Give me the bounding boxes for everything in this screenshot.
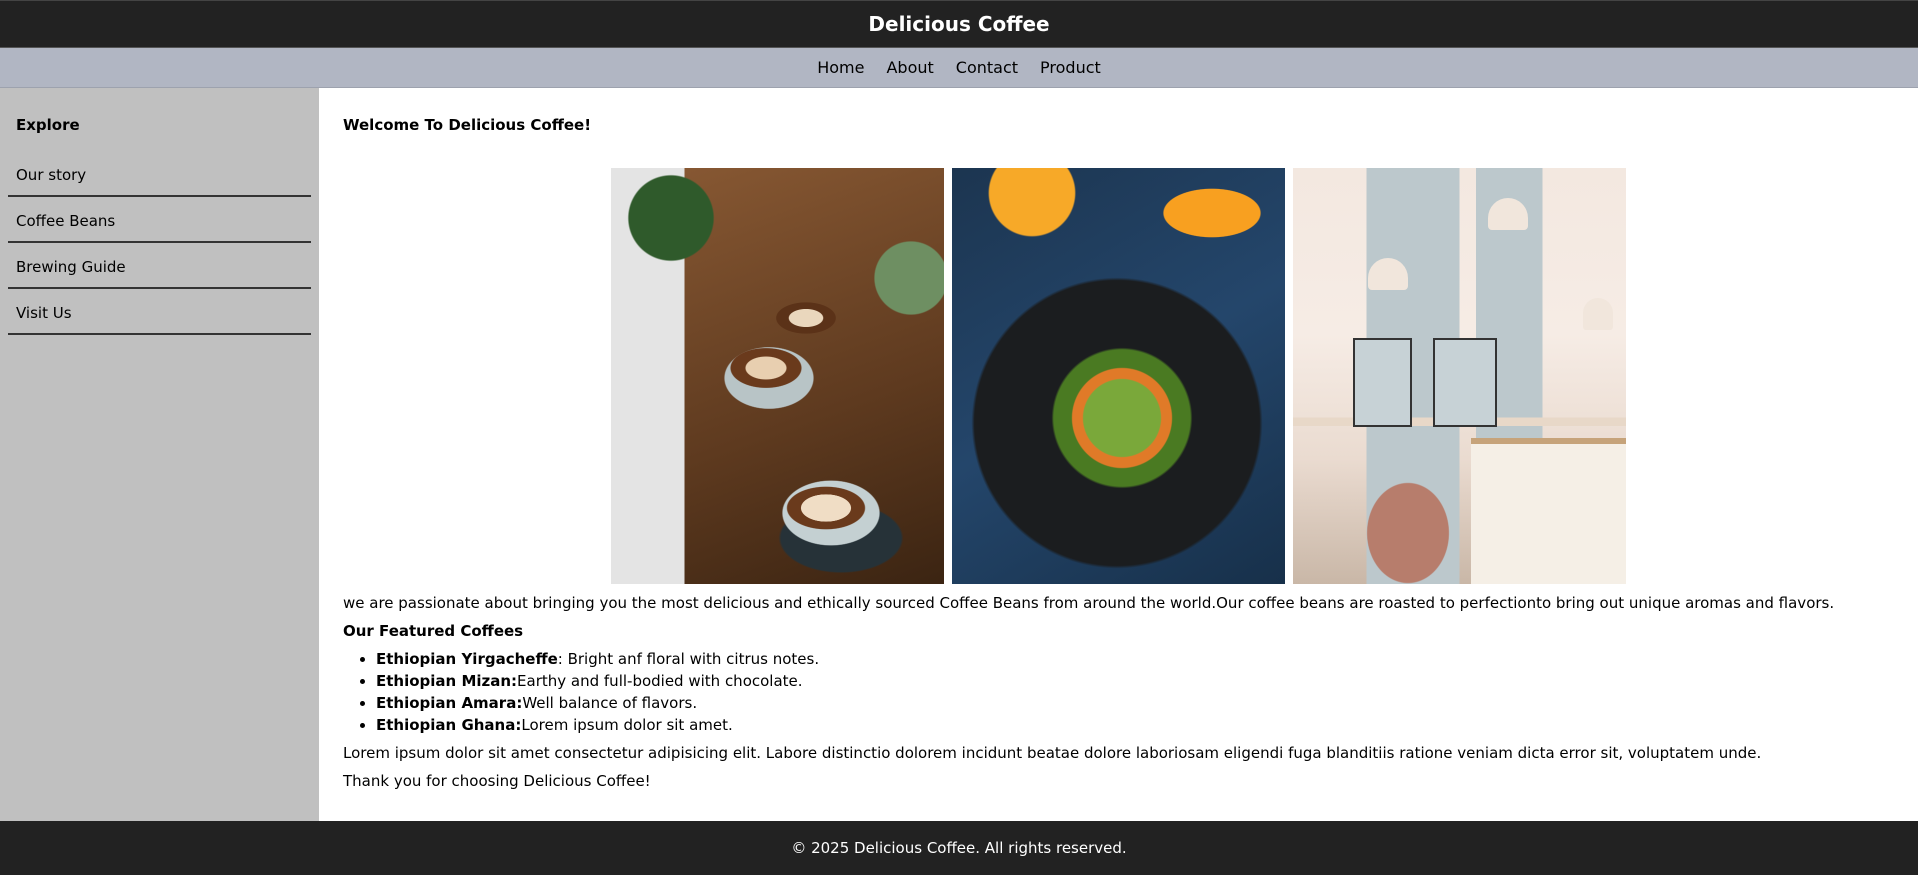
top-nav: Home About Contact Product — [0, 48, 1918, 88]
coffee-cups-image — [611, 168, 944, 584]
sidebar-title: Explore — [16, 116, 80, 134]
list-item: Ethiopian Amara:Well balance of flavors. — [376, 694, 1894, 712]
sidebar: Explore Our story Coffee Beans Brewing G… — [0, 88, 319, 821]
salad-image — [952, 168, 1285, 584]
nav-home-link[interactable]: Home — [817, 58, 864, 77]
pendant-lamp — [1368, 258, 1408, 290]
list-item: Ethiopian Ghana:Lorem ipsum dolor sit am… — [376, 716, 1894, 734]
coffee-desc: : Bright anf floral with citrus notes. — [557, 650, 820, 668]
coffee-name: Ethiopian Ghana: — [376, 716, 522, 734]
nav-product-link[interactable]: Product — [1040, 58, 1101, 77]
coffee-desc: Well balance of flavors. — [522, 694, 698, 712]
site-title: Delicious Coffee — [868, 12, 1050, 36]
list-item: Ethiopian Yirgacheffe: Bright anf floral… — [376, 650, 1894, 668]
site-footer: © 2025 Delicious Coffee. All rights rese… — [0, 821, 1918, 875]
cafe-interior-image — [1293, 168, 1626, 584]
image-gallery — [343, 168, 1894, 584]
welcome-heading: Welcome To Delicious Coffee! — [343, 116, 592, 134]
coffee-desc: Earthy and full-bodied with chocolate. — [517, 672, 803, 690]
coffee-name: Ethiopian Amara: — [376, 694, 523, 712]
cafe-window — [1433, 338, 1497, 427]
coffee-desc: Lorem ipsum dolor sit amet. — [521, 716, 733, 734]
coffee-name: Ethiopian Yirgacheffe — [376, 650, 558, 668]
cafe-counter — [1471, 438, 1626, 584]
sidebar-item-coffee-beans[interactable]: Coffee Beans — [8, 212, 311, 243]
pendant-lamp — [1583, 298, 1613, 330]
list-item: Ethiopian Mizan:Earthy and full-bodied w… — [376, 672, 1894, 690]
sidebar-item-brewing-guide[interactable]: Brewing Guide — [8, 258, 311, 289]
copyright-text: © 2025 Delicious Coffee. All rights rese… — [791, 839, 1127, 857]
pendant-lamp — [1488, 198, 1528, 230]
sidebar-item-visit-us[interactable]: Visit Us — [8, 304, 311, 335]
page-layout: Explore Our story Coffee Beans Brewing G… — [0, 88, 1918, 821]
coffee-name: Ethiopian Mizan: — [376, 672, 518, 690]
main-content: Welcome To Delicious Coffee! we are pass… — [319, 88, 1918, 821]
featured-coffees-heading: Our Featured Coffees — [343, 622, 524, 640]
sidebar-item-our-story[interactable]: Our story — [8, 166, 311, 197]
cafe-window — [1353, 338, 1412, 427]
nav-about-link[interactable]: About — [886, 58, 933, 77]
coffee-list: Ethiopian Yirgacheffe: Bright anf floral… — [343, 650, 1894, 734]
nav-contact-link[interactable]: Contact — [956, 58, 1018, 77]
intro-text: we are passionate about bringing you the… — [343, 594, 1835, 612]
thank-you-text: Thank you for choosing Delicious Coffee! — [343, 772, 651, 790]
lorem-paragraph: Lorem ipsum dolor sit amet consectetur a… — [343, 744, 1762, 762]
site-header: Delicious Coffee — [0, 0, 1918, 48]
